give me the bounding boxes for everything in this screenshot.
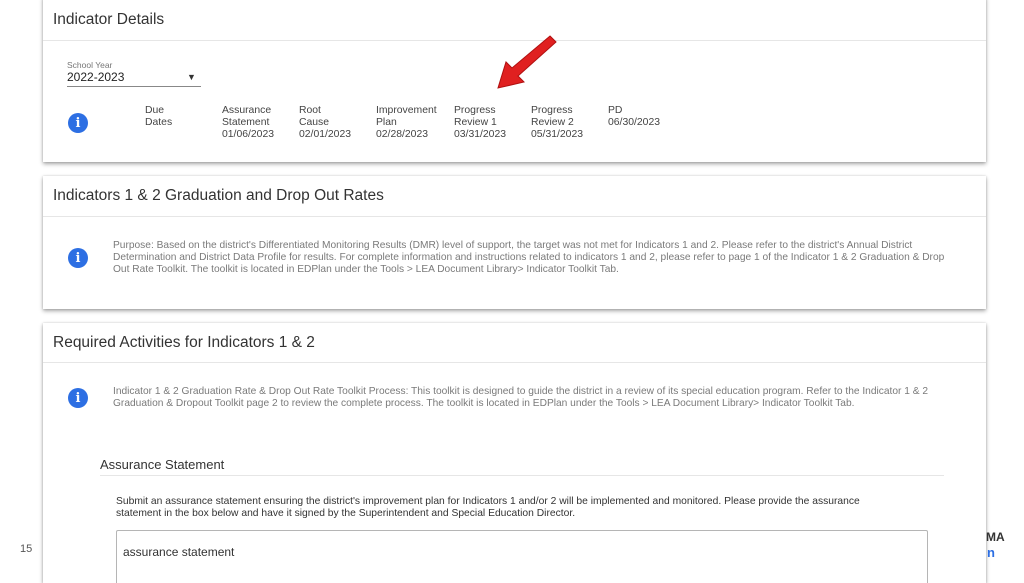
divider xyxy=(100,475,944,476)
date-root-cause: Root Cause 02/01/2023 xyxy=(299,105,352,140)
brand-logo-fragment-bottom: n xyxy=(987,545,995,560)
assurance-input-value[interactable]: assurance statement xyxy=(123,545,234,559)
school-year-label: School Year xyxy=(67,60,113,70)
school-year-value[interactable]: 2022-2023 xyxy=(67,70,124,84)
required-activities-title: Required Activities for Indicators 1 & 2 xyxy=(53,334,315,351)
required-activities-card: Required Activities for Indicators 1 & 2… xyxy=(43,323,986,583)
graduation-rates-title: Indicators 1 & 2 Graduation and Drop Out… xyxy=(53,187,384,204)
assurance-statement-heading: Assurance Statement xyxy=(100,457,225,472)
info-icon[interactable]: i xyxy=(68,388,88,408)
date-progress-review-1: Progress Review 1 03/31/2023 xyxy=(454,105,507,140)
date-pd: PD 06/30/2023 xyxy=(608,105,661,128)
graduation-rates-card: Indicators 1 & 2 Graduation and Drop Out… xyxy=(43,176,986,309)
slide-number: 15 xyxy=(20,543,33,555)
chevron-down-icon[interactable]: ▼ xyxy=(187,72,196,82)
assurance-instructions: Submit an assurance statement ensuring t… xyxy=(116,496,860,519)
divider xyxy=(43,362,986,363)
date-progress-review-2: Progress Review 2 05/31/2023 xyxy=(531,105,584,140)
date-assurance-statement: Assurance Statement 01/06/2023 xyxy=(222,105,275,140)
toolkit-process-text: Indicator 1 & 2 Graduation Rate & Drop O… xyxy=(113,386,929,409)
due-dates-label: Due Dates xyxy=(145,105,173,128)
date-improvement-plan: Improvement Plan 02/28/2023 xyxy=(376,105,437,140)
info-icon[interactable]: i xyxy=(68,113,88,133)
brand-logo-fragment-top: MA xyxy=(986,530,1005,544)
select-underline xyxy=(67,86,201,87)
assurance-statement-input[interactable]: assurance statement xyxy=(116,530,928,583)
indicator-details-title: Indicator Details xyxy=(53,11,165,28)
purpose-text: Purpose: Based on the district's Differe… xyxy=(113,240,945,275)
red-arrow-icon xyxy=(497,35,557,89)
info-icon[interactable]: i xyxy=(68,248,88,268)
divider xyxy=(43,216,986,217)
